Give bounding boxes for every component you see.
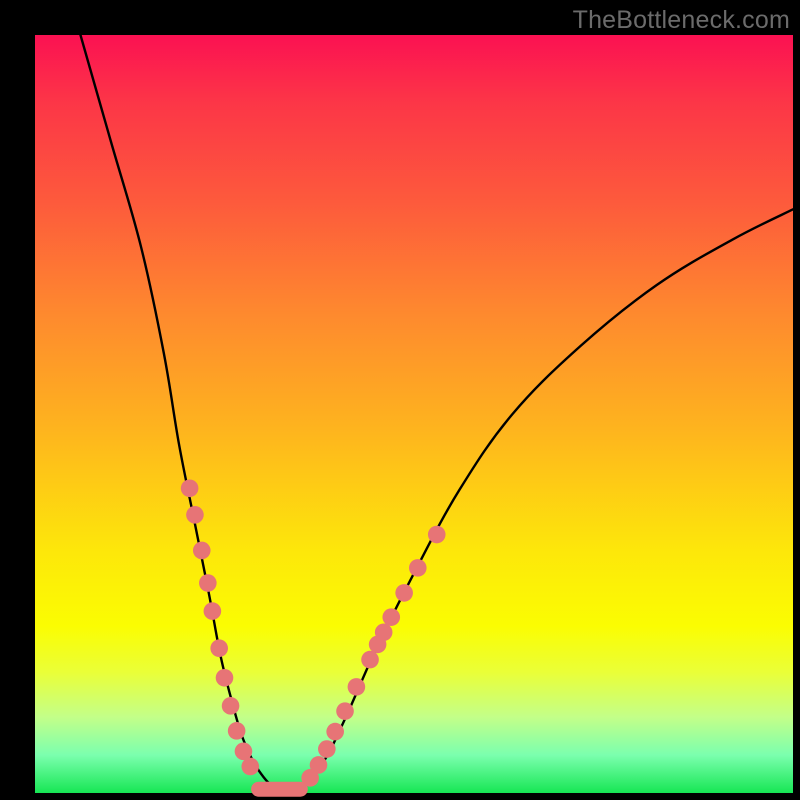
marker-dot — [216, 669, 234, 687]
marker-dot — [382, 608, 400, 626]
watermark-text: TheBottleneck.com — [573, 6, 790, 35]
chart-overlay — [35, 35, 793, 793]
bottleneck-curve — [80, 35, 793, 792]
marker-dot — [199, 574, 217, 592]
marker-dot — [318, 740, 336, 758]
marker-dot — [310, 756, 328, 774]
marker-dot — [241, 758, 259, 776]
marker-dot — [409, 559, 427, 577]
marker-dot — [235, 743, 253, 761]
marker-dot — [222, 697, 240, 715]
marker-dot — [204, 602, 222, 620]
marker-dot — [361, 651, 379, 669]
marker-dot — [428, 526, 446, 544]
plot-area — [35, 35, 793, 793]
marker-dot — [336, 702, 354, 720]
marker-dot — [181, 479, 199, 497]
chart-frame: TheBottleneck.com — [0, 0, 800, 800]
marker-dot — [348, 678, 366, 696]
marker-dot — [395, 584, 413, 602]
marker-dot — [375, 624, 393, 642]
marker-dot — [210, 639, 228, 657]
marker-dots-group — [181, 479, 446, 786]
marker-dot — [228, 722, 246, 740]
marker-dot — [193, 542, 211, 560]
marker-dot — [186, 506, 204, 524]
marker-dot — [326, 723, 344, 741]
